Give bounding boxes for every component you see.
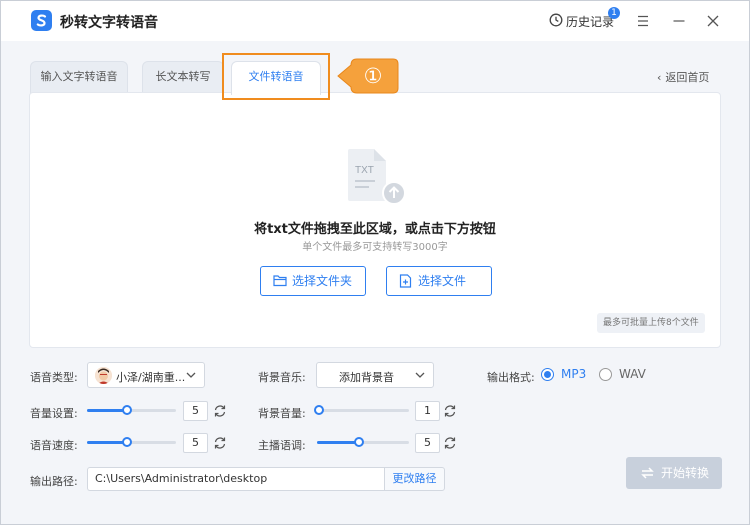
voice-type-value: 小泽/湖南重... [116, 371, 186, 384]
clock-icon [549, 13, 563, 27]
wav-radio[interactable] [599, 368, 612, 381]
speed-slider-handle[interactable] [122, 437, 132, 447]
bgm-volume-input[interactable]: 1 [415, 401, 440, 421]
app-window: 秒转文字转语音 历史记录 1 输入文字转语音 长文本转写 文件转语音 ① ‹ 返回… [0, 0, 750, 525]
select-folder-label: 选择文件夹 [292, 274, 353, 288]
history-badge: 1 [608, 7, 620, 19]
app-logo-icon [31, 10, 52, 31]
reset-icon[interactable] [443, 436, 457, 450]
chevron-down-icon [415, 372, 425, 378]
bgm-value: 添加背景音 [339, 371, 394, 384]
pitch-input[interactable]: 5 [415, 433, 440, 453]
output-format-label: 输出格式: [487, 371, 535, 384]
pitch-slider-handle[interactable] [354, 437, 364, 447]
pitch-label: 主播语调: [258, 439, 306, 452]
voice-type-label: 语音类型: [30, 371, 78, 384]
bgm-volume-slider[interactable] [314, 405, 409, 415]
file-add-icon [399, 274, 412, 288]
step-marker: ① [363, 64, 383, 88]
app-title: 秒转文字转语音 [60, 15, 158, 31]
volume-label: 音量设置: [30, 407, 78, 420]
mp3-label: MP3 [561, 367, 587, 381]
back-home-link[interactable]: ‹ 返回首页 [657, 69, 709, 85]
drop-zone[interactable]: TXT 将txt文件拖拽至此区域，或点击下方按钮 单个文件最多可支持转写3000… [29, 92, 721, 348]
drop-subtitle: 单个文件最多可支持转写3000字 [302, 242, 448, 253]
output-path-label: 输出路径: [30, 475, 78, 488]
volume-slider[interactable] [87, 405, 176, 415]
drop-title: 将txt文件拖拽至此区域，或点击下方按钮 [254, 222, 496, 237]
speed-slider[interactable] [87, 437, 176, 447]
bgm-volume-slider-handle[interactable] [314, 405, 324, 415]
select-file-label: 选择文件 [418, 274, 467, 288]
bgm-volume-label: 背景音量: [258, 407, 306, 420]
volume-input[interactable]: 5 [183, 401, 208, 421]
change-path-button[interactable]: 更改路径 [384, 467, 445, 491]
select-file-button[interactable]: 选择文件 [386, 266, 492, 296]
minimize-icon[interactable] [671, 13, 687, 29]
volume-slider-handle[interactable] [122, 405, 132, 415]
highlight-box [222, 53, 330, 100]
mp3-radio[interactable] [541, 368, 554, 381]
history-label: 历史记录 [566, 15, 615, 29]
reset-icon[interactable] [213, 436, 227, 450]
tab-long-text[interactable]: 长文本转写 [142, 61, 224, 93]
avatar [95, 367, 112, 384]
batch-upload-tip: 最多可批量上传8个文件 [597, 313, 705, 333]
start-convert-button[interactable]: 开始转换 [626, 457, 722, 489]
output-path-input[interactable]: C:\Users\Administrator\desktop [87, 467, 384, 491]
speed-label: 语音速度: [30, 439, 78, 452]
start-convert-label: 开始转换 [661, 466, 710, 480]
menu-icon[interactable] [635, 13, 651, 29]
reset-icon[interactable] [443, 404, 457, 418]
reset-icon[interactable] [213, 404, 227, 418]
back-home-label: 返回首页 [665, 71, 710, 84]
convert-icon [641, 467, 654, 479]
txt-icon-label: TXT [355, 165, 374, 176]
select-folder-button[interactable]: 选择文件夹 [260, 266, 366, 296]
bgm-select[interactable]: 添加背景音 [316, 362, 434, 388]
speed-input[interactable]: 5 [183, 433, 208, 453]
folder-icon [273, 275, 287, 287]
wav-label: WAV [619, 367, 646, 381]
title-bar: 秒转文字转语音 历史记录 1 [1, 1, 749, 41]
voice-type-select[interactable]: 小泽/湖南重... [87, 362, 205, 388]
txt-file-upload-icon: TXT [348, 149, 406, 205]
chevron-left-icon: ‹ [657, 71, 662, 84]
close-icon[interactable] [705, 13, 721, 29]
bgm-label: 背景音乐: [258, 371, 306, 384]
tab-text-to-speech[interactable]: 输入文字转语音 [30, 61, 128, 93]
pitch-slider[interactable] [317, 437, 409, 447]
chevron-down-icon [186, 372, 196, 378]
